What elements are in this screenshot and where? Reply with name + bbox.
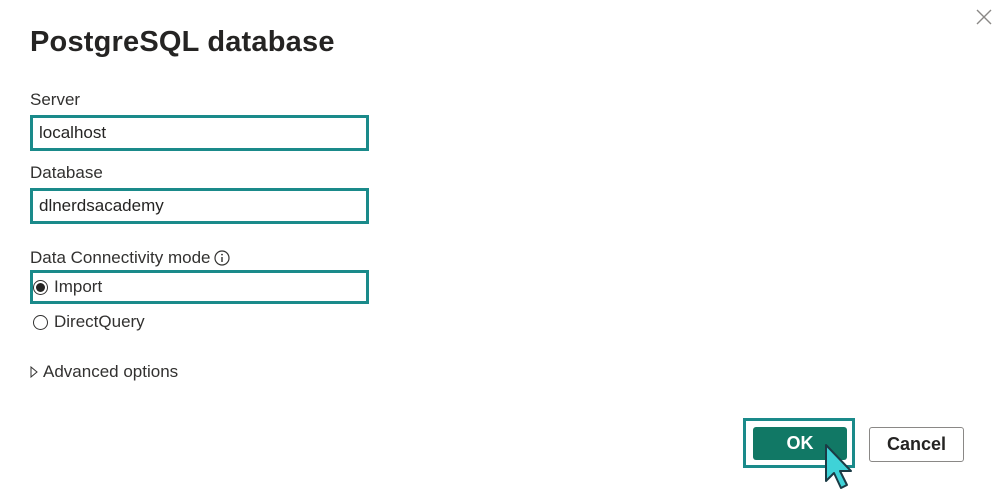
connectivity-mode-label: Data Connectivity mode bbox=[30, 248, 231, 268]
database-input[interactable] bbox=[30, 188, 369, 224]
radio-directquery-label: DirectQuery bbox=[54, 312, 145, 331]
dialog-title: PostgreSQL database bbox=[30, 26, 335, 58]
server-label: Server bbox=[30, 90, 81, 109]
info-icon[interactable] bbox=[214, 250, 231, 266]
database-label: Database bbox=[30, 163, 103, 182]
radio-import-selected-icon[interactable] bbox=[33, 279, 48, 295]
radio-directquery[interactable]: DirectQuery bbox=[30, 305, 369, 339]
postgresql-dialog: PostgreSQL database Server Database Data… bbox=[0, 0, 1000, 493]
server-input[interactable] bbox=[30, 115, 369, 151]
advanced-options-label: Advanced options bbox=[43, 362, 179, 381]
radio-import[interactable]: Import bbox=[30, 270, 369, 304]
radio-directquery-unselected-icon[interactable] bbox=[33, 314, 48, 330]
close-icon[interactable] bbox=[974, 7, 994, 27]
mouse-pointer-icon bbox=[825, 444, 852, 489]
advanced-options-toggle[interactable]: Advanced options bbox=[30, 362, 178, 382]
connectivity-mode-text: Data Connectivity mode bbox=[30, 248, 211, 267]
triangle-right-icon bbox=[30, 366, 38, 378]
radio-import-label: Import bbox=[54, 277, 103, 296]
cancel-button[interactable]: Cancel bbox=[869, 427, 964, 462]
